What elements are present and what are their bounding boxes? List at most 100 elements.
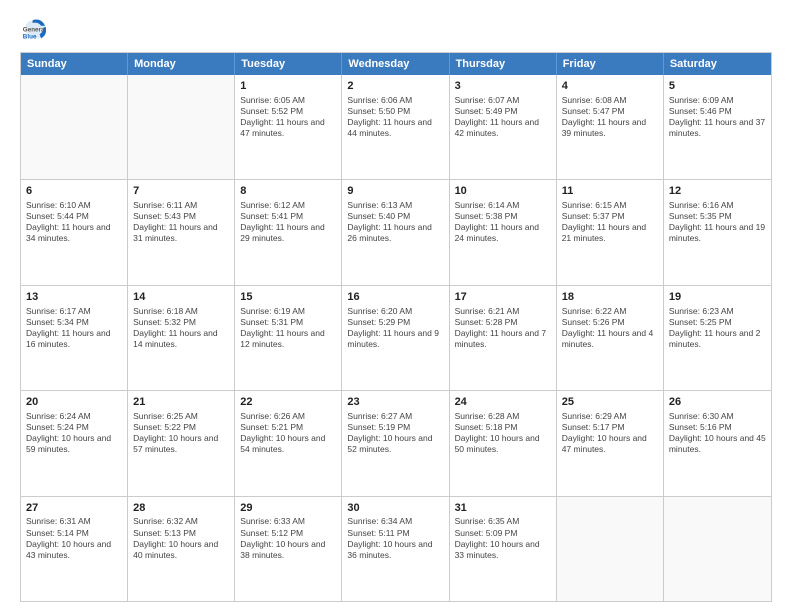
calendar-day-24: 24Sunrise: 6:28 AM Sunset: 5:18 PM Dayli…: [450, 391, 557, 495]
logo-icon: General Blue: [20, 16, 48, 44]
day-number: 21: [133, 395, 229, 410]
day-info: Sunrise: 6:07 AM Sunset: 5:49 PM Dayligh…: [455, 95, 551, 139]
calendar-day-31: 31Sunrise: 6:35 AM Sunset: 5:09 PM Dayli…: [450, 497, 557, 601]
day-info: Sunrise: 6:18 AM Sunset: 5:32 PM Dayligh…: [133, 306, 229, 350]
day-number: 14: [133, 290, 229, 305]
day-info: Sunrise: 6:09 AM Sunset: 5:46 PM Dayligh…: [669, 95, 766, 139]
day-number: 5: [669, 79, 766, 94]
day-of-week-friday: Friday: [557, 53, 664, 75]
day-info: Sunrise: 6:24 AM Sunset: 5:24 PM Dayligh…: [26, 411, 122, 455]
calendar-body: 1Sunrise: 6:05 AM Sunset: 5:52 PM Daylig…: [21, 75, 771, 601]
day-info: Sunrise: 6:11 AM Sunset: 5:43 PM Dayligh…: [133, 200, 229, 244]
day-number: 25: [562, 395, 658, 410]
calendar-row-3: 13Sunrise: 6:17 AM Sunset: 5:34 PM Dayli…: [21, 285, 771, 390]
calendar-day-19: 19Sunrise: 6:23 AM Sunset: 5:25 PM Dayli…: [664, 286, 771, 390]
day-info: Sunrise: 6:27 AM Sunset: 5:19 PM Dayligh…: [347, 411, 443, 455]
calendar-empty: [557, 497, 664, 601]
calendar-empty: [21, 75, 128, 179]
day-number: 10: [455, 184, 551, 199]
calendar-day-11: 11Sunrise: 6:15 AM Sunset: 5:37 PM Dayli…: [557, 180, 664, 284]
day-info: Sunrise: 6:14 AM Sunset: 5:38 PM Dayligh…: [455, 200, 551, 244]
day-number: 19: [669, 290, 766, 305]
day-info: Sunrise: 6:13 AM Sunset: 5:40 PM Dayligh…: [347, 200, 443, 244]
calendar-day-30: 30Sunrise: 6:34 AM Sunset: 5:11 PM Dayli…: [342, 497, 449, 601]
day-info: Sunrise: 6:15 AM Sunset: 5:37 PM Dayligh…: [562, 200, 658, 244]
calendar-day-26: 26Sunrise: 6:30 AM Sunset: 5:16 PM Dayli…: [664, 391, 771, 495]
calendar-day-12: 12Sunrise: 6:16 AM Sunset: 5:35 PM Dayli…: [664, 180, 771, 284]
calendar-day-28: 28Sunrise: 6:32 AM Sunset: 5:13 PM Dayli…: [128, 497, 235, 601]
calendar-day-18: 18Sunrise: 6:22 AM Sunset: 5:26 PM Dayli…: [557, 286, 664, 390]
day-number: 2: [347, 79, 443, 94]
calendar-day-17: 17Sunrise: 6:21 AM Sunset: 5:28 PM Dayli…: [450, 286, 557, 390]
day-info: Sunrise: 6:29 AM Sunset: 5:17 PM Dayligh…: [562, 411, 658, 455]
calendar-day-7: 7Sunrise: 6:11 AM Sunset: 5:43 PM Daylig…: [128, 180, 235, 284]
page: General Blue SundayMondayTuesdayWednesda…: [0, 0, 792, 612]
day-number: 1: [240, 79, 336, 94]
day-number: 28: [133, 501, 229, 516]
calendar-day-22: 22Sunrise: 6:26 AM Sunset: 5:21 PM Dayli…: [235, 391, 342, 495]
day-number: 23: [347, 395, 443, 410]
calendar-day-6: 6Sunrise: 6:10 AM Sunset: 5:44 PM Daylig…: [21, 180, 128, 284]
day-info: Sunrise: 6:20 AM Sunset: 5:29 PM Dayligh…: [347, 306, 443, 350]
day-number: 12: [669, 184, 766, 199]
calendar-empty: [664, 497, 771, 601]
calendar-row-5: 27Sunrise: 6:31 AM Sunset: 5:14 PM Dayli…: [21, 496, 771, 601]
calendar-day-21: 21Sunrise: 6:25 AM Sunset: 5:22 PM Dayli…: [128, 391, 235, 495]
day-number: 29: [240, 501, 336, 516]
day-number: 13: [26, 290, 122, 305]
day-info: Sunrise: 6:33 AM Sunset: 5:12 PM Dayligh…: [240, 516, 336, 560]
calendar-day-20: 20Sunrise: 6:24 AM Sunset: 5:24 PM Dayli…: [21, 391, 128, 495]
calendar-empty: [128, 75, 235, 179]
day-of-week-thursday: Thursday: [450, 53, 557, 75]
day-info: Sunrise: 6:30 AM Sunset: 5:16 PM Dayligh…: [669, 411, 766, 455]
day-of-week-monday: Monday: [128, 53, 235, 75]
day-info: Sunrise: 6:16 AM Sunset: 5:35 PM Dayligh…: [669, 200, 766, 244]
day-number: 26: [669, 395, 766, 410]
calendar-day-9: 9Sunrise: 6:13 AM Sunset: 5:40 PM Daylig…: [342, 180, 449, 284]
calendar-day-15: 15Sunrise: 6:19 AM Sunset: 5:31 PM Dayli…: [235, 286, 342, 390]
day-info: Sunrise: 6:12 AM Sunset: 5:41 PM Dayligh…: [240, 200, 336, 244]
calendar-day-4: 4Sunrise: 6:08 AM Sunset: 5:47 PM Daylig…: [557, 75, 664, 179]
calendar-day-16: 16Sunrise: 6:20 AM Sunset: 5:29 PM Dayli…: [342, 286, 449, 390]
calendar-day-27: 27Sunrise: 6:31 AM Sunset: 5:14 PM Dayli…: [21, 497, 128, 601]
day-info: Sunrise: 6:26 AM Sunset: 5:21 PM Dayligh…: [240, 411, 336, 455]
day-info: Sunrise: 6:35 AM Sunset: 5:09 PM Dayligh…: [455, 516, 551, 560]
day-info: Sunrise: 6:34 AM Sunset: 5:11 PM Dayligh…: [347, 516, 443, 560]
day-number: 31: [455, 501, 551, 516]
svg-text:Blue: Blue: [23, 33, 37, 40]
day-of-week-wednesday: Wednesday: [342, 53, 449, 75]
calendar-day-14: 14Sunrise: 6:18 AM Sunset: 5:32 PM Dayli…: [128, 286, 235, 390]
calendar-header: SundayMondayTuesdayWednesdayThursdayFrid…: [21, 53, 771, 75]
day-info: Sunrise: 6:10 AM Sunset: 5:44 PM Dayligh…: [26, 200, 122, 244]
svg-text:General: General: [23, 26, 47, 33]
day-info: Sunrise: 6:08 AM Sunset: 5:47 PM Dayligh…: [562, 95, 658, 139]
logo: General Blue: [20, 16, 48, 44]
calendar-day-13: 13Sunrise: 6:17 AM Sunset: 5:34 PM Dayli…: [21, 286, 128, 390]
day-info: Sunrise: 6:22 AM Sunset: 5:26 PM Dayligh…: [562, 306, 658, 350]
day-info: Sunrise: 6:32 AM Sunset: 5:13 PM Dayligh…: [133, 516, 229, 560]
day-number: 3: [455, 79, 551, 94]
calendar-row-4: 20Sunrise: 6:24 AM Sunset: 5:24 PM Dayli…: [21, 390, 771, 495]
day-of-week-sunday: Sunday: [21, 53, 128, 75]
day-number: 11: [562, 184, 658, 199]
day-number: 24: [455, 395, 551, 410]
day-number: 27: [26, 501, 122, 516]
calendar-day-25: 25Sunrise: 6:29 AM Sunset: 5:17 PM Dayli…: [557, 391, 664, 495]
day-number: 7: [133, 184, 229, 199]
calendar-day-23: 23Sunrise: 6:27 AM Sunset: 5:19 PM Dayli…: [342, 391, 449, 495]
calendar-day-5: 5Sunrise: 6:09 AM Sunset: 5:46 PM Daylig…: [664, 75, 771, 179]
day-info: Sunrise: 6:19 AM Sunset: 5:31 PM Dayligh…: [240, 306, 336, 350]
day-info: Sunrise: 6:28 AM Sunset: 5:18 PM Dayligh…: [455, 411, 551, 455]
day-of-week-saturday: Saturday: [664, 53, 771, 75]
calendar-day-2: 2Sunrise: 6:06 AM Sunset: 5:50 PM Daylig…: [342, 75, 449, 179]
day-number: 6: [26, 184, 122, 199]
day-number: 15: [240, 290, 336, 305]
calendar-day-10: 10Sunrise: 6:14 AM Sunset: 5:38 PM Dayli…: [450, 180, 557, 284]
day-number: 22: [240, 395, 336, 410]
day-number: 4: [562, 79, 658, 94]
day-info: Sunrise: 6:31 AM Sunset: 5:14 PM Dayligh…: [26, 516, 122, 560]
calendar-day-29: 29Sunrise: 6:33 AM Sunset: 5:12 PM Dayli…: [235, 497, 342, 601]
day-info: Sunrise: 6:23 AM Sunset: 5:25 PM Dayligh…: [669, 306, 766, 350]
calendar: SundayMondayTuesdayWednesdayThursdayFrid…: [20, 52, 772, 602]
calendar-row-2: 6Sunrise: 6:10 AM Sunset: 5:44 PM Daylig…: [21, 179, 771, 284]
